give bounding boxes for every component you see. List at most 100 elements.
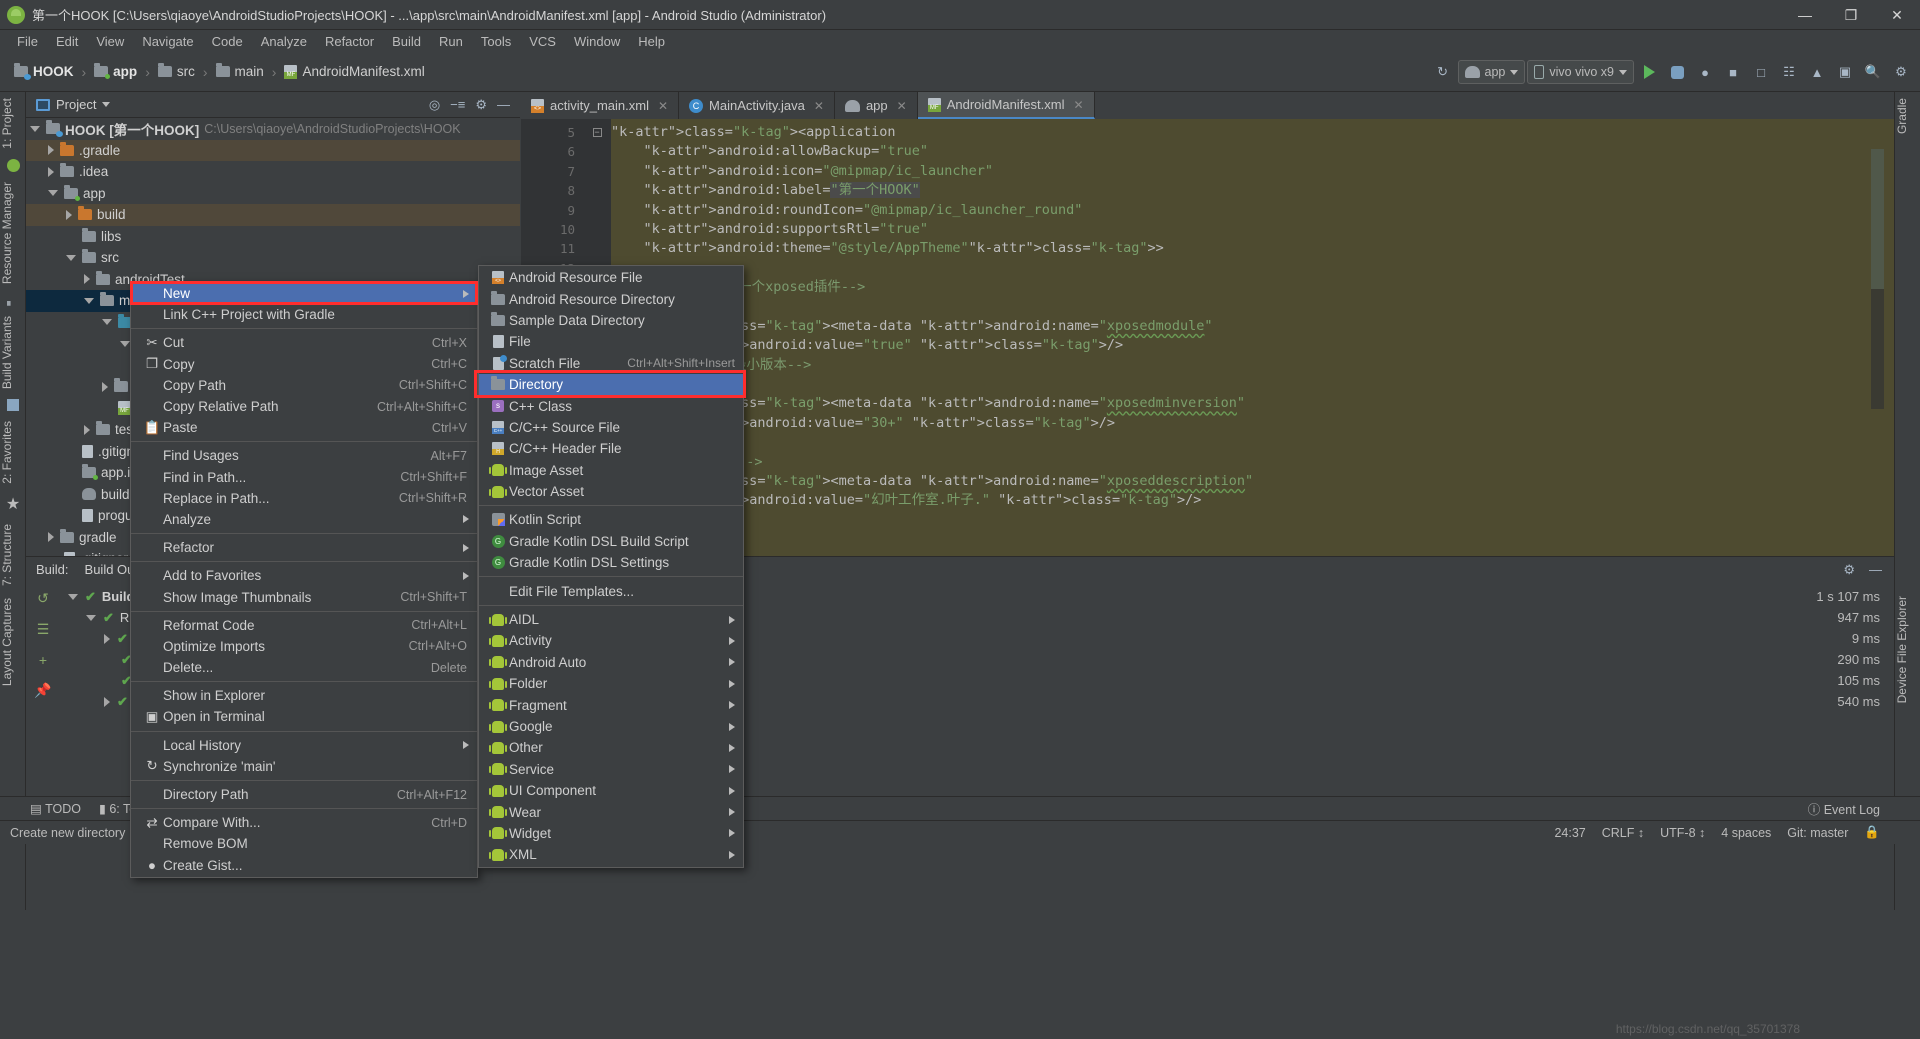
settings-icon[interactable]: ⚙ [1888, 59, 1914, 85]
chevron-right-icon[interactable] [102, 381, 108, 392]
context-menu-item-delete---[interactable]: Delete... Delete [131, 657, 477, 678]
context-menu[interactable]: New Link C++ Project with Gradle ✂ Cut Ctrl+… [130, 281, 478, 878]
tab-app[interactable]: app ✕ [835, 92, 918, 119]
sidebar-item-project[interactable]: 1: Project [0, 92, 26, 155]
collapse-all-icon[interactable]: −≡ [450, 97, 465, 112]
chevron-down-icon[interactable] [102, 319, 112, 326]
chevron-right-icon[interactable] [48, 145, 54, 156]
menu-item-edit[interactable]: Edit [47, 32, 87, 51]
lock-icon[interactable]: 🔒 [1864, 825, 1880, 840]
menu-item-view[interactable]: View [87, 32, 133, 51]
context-menu-item-local-history[interactable]: Local History [131, 735, 477, 756]
close-tab-icon[interactable]: ✕ [897, 99, 907, 113]
restart-icon[interactable]: ↺ [37, 590, 49, 607]
chevron-right-icon[interactable] [48, 532, 54, 543]
module-selector[interactable]: app [1457, 60, 1526, 84]
sidebar-item-structure[interactable]: 7: Structure [0, 518, 26, 592]
new-menu-item-kotlin-script[interactable]: Kotlin Script [479, 509, 743, 530]
menu-item-analyze[interactable]: Analyze [252, 32, 316, 51]
context-menu-item-copy[interactable]: ❐ Copy Ctrl+C [131, 354, 477, 375]
chevron-down-icon[interactable] [48, 190, 58, 197]
new-menu-item-image-asset[interactable]: Image Asset [479, 460, 743, 481]
branch-indicator[interactable]: Git: master [1787, 826, 1848, 840]
new-menu-item-scratch-file[interactable]: Scratch File Ctrl+Alt+Shift+Insert [479, 353, 743, 374]
menu-item-file[interactable]: File [8, 32, 47, 51]
chevron-right-icon[interactable] [104, 633, 110, 644]
breadcrumb-item-hook[interactable]: HOOK [10, 62, 78, 81]
attach-debugger-icon[interactable]: ● [1692, 59, 1718, 85]
caret-position[interactable]: 24:37 [1554, 826, 1585, 840]
context-menu-item-paste[interactable]: 📋 Paste Ctrl+V [131, 417, 477, 438]
new-menu-item-c++-class[interactable]: s C++ Class [479, 395, 743, 416]
minimize-button[interactable]: — [1782, 0, 1828, 30]
close-button[interactable]: ✕ [1874, 0, 1920, 30]
sidebar-item-build-variants[interactable]: Build Variants [0, 310, 26, 395]
tool-event-log[interactable]: ⓘ Event Log [1808, 799, 1880, 818]
profiler-icon[interactable]: ▲ [1804, 59, 1830, 85]
fold-toggle-icon[interactable]: − [583, 123, 611, 142]
context-menu-item-show-in-explorer[interactable]: Show in Explorer [131, 685, 477, 706]
sdk-manager-icon[interactable]: ☷ [1776, 59, 1802, 85]
breadcrumb-item-src[interactable]: src [154, 62, 199, 81]
chevron-down-icon[interactable] [68, 593, 78, 600]
encoding[interactable]: UTF-8 ↕ [1660, 826, 1705, 840]
tree-node[interactable]: .idea [26, 161, 520, 183]
device-selector[interactable]: vivo vivo x9 [1527, 60, 1634, 84]
context-menu-item-synchronize--main-[interactable]: ↻ Synchronize 'main' [131, 756, 477, 777]
new-menu-item-fragment[interactable]: Fragment [479, 694, 743, 715]
gradle-sync-icon[interactable]: ↻ [1430, 59, 1456, 85]
menu-item-code[interactable]: Code [203, 32, 252, 51]
sidebar-item-device-file-explorer[interactable]: Device File Explorer [1895, 590, 1920, 709]
context-menu-item-replace-in-path---[interactable]: Replace in Path... Ctrl+Shift+R [131, 488, 477, 509]
new-submenu[interactable]: Android Resource File Android Resource Di… [478, 265, 744, 868]
pin-icon[interactable]: 📌 [34, 682, 51, 699]
maximize-button[interactable]: ❐ [1828, 0, 1874, 30]
sidebar-item-gradle[interactable]: Gradle [1895, 92, 1920, 140]
new-menu-item-gradle-kotlin-dsl-settings[interactable]: G Gradle Kotlin DSL Settings [479, 552, 743, 573]
expand-icon[interactable]: + [39, 652, 47, 668]
menu-item-navigate[interactable]: Navigate [133, 32, 202, 51]
menu-item-tools[interactable]: Tools [472, 32, 520, 51]
tree-node[interactable]: src [26, 247, 520, 269]
new-menu-item-wear[interactable]: Wear [479, 801, 743, 822]
menu-item-window[interactable]: Window [565, 32, 629, 51]
context-menu-item-remove-bom[interactable]: Remove BOM [131, 833, 477, 854]
new-menu-item-c-c++-source-file[interactable]: C/C++ Source File [479, 417, 743, 438]
new-menu-item-android-resource-file[interactable]: Android Resource File [479, 267, 743, 288]
tree-node[interactable]: HOOK [第一个HOOK] C:\Users\qiaoye\AndroidStu… [26, 118, 520, 140]
context-menu-item-link-c++-project-with-gradle[interactable]: Link C++ Project with Gradle [131, 304, 477, 325]
chevron-down-icon[interactable] [120, 340, 130, 347]
chevron-down-icon[interactable] [86, 614, 96, 621]
close-tab-icon[interactable]: ✕ [658, 99, 668, 113]
context-menu-item-show-image-thumbnails[interactable]: Show Image Thumbnails Ctrl+Shift+T [131, 586, 477, 607]
menu-item-run[interactable]: Run [430, 32, 472, 51]
context-menu-item-compare-with---[interactable]: ⇄ Compare With... Ctrl+D [131, 812, 477, 833]
new-menu-item-activity[interactable]: Activity [479, 630, 743, 651]
tab-mainactivity-java[interactable]: C MainActivity.java ✕ [679, 92, 835, 119]
new-menu-item-android-auto[interactable]: Android Auto [479, 652, 743, 673]
new-menu-item-c-c++-header-file[interactable]: C/C++ Header File [479, 438, 743, 459]
new-menu-item-sample-data-directory[interactable]: Sample Data Directory [479, 310, 743, 331]
context-menu-item-reformat-code[interactable]: Reformat Code Ctrl+Alt+L [131, 615, 477, 636]
new-menu-item-vector-asset[interactable]: Vector Asset [479, 481, 743, 502]
sidebar-item-resource-manager[interactable]: Resource Manager [0, 176, 26, 290]
run-icon[interactable] [1636, 59, 1662, 85]
context-menu-item-new[interactable]: New [131, 283, 477, 305]
chevron-right-icon[interactable] [104, 696, 110, 707]
hide-icon[interactable]: — [1869, 562, 1882, 577]
new-menu-item-aidl[interactable]: AIDL [479, 609, 743, 630]
menu-item-vcs[interactable]: VCS [520, 32, 565, 51]
chevron-down-icon[interactable] [66, 254, 76, 261]
context-menu-item-add-to-favorites[interactable]: Add to Favorites [131, 565, 477, 586]
breadcrumb-item-app[interactable]: app [90, 62, 141, 81]
context-menu-item-optimize-imports[interactable]: Optimize Imports Ctrl+Alt+O [131, 636, 477, 657]
new-menu-item-other[interactable]: Other [479, 737, 743, 758]
menu-item-refactor[interactable]: Refactor [316, 32, 383, 51]
context-menu-item-create-gist---[interactable]: ● Create Gist... [131, 855, 477, 876]
tree-node[interactable]: .gradle [26, 139, 520, 161]
new-menu-item-widget[interactable]: Widget [479, 823, 743, 844]
layout-inspector-icon[interactable]: ▣ [1832, 59, 1858, 85]
context-menu-item-refactor[interactable]: Refactor [131, 537, 477, 558]
new-menu-item-edit-file-templates---[interactable]: Edit File Templates... [479, 580, 743, 601]
chevron-down-icon[interactable] [30, 125, 40, 132]
